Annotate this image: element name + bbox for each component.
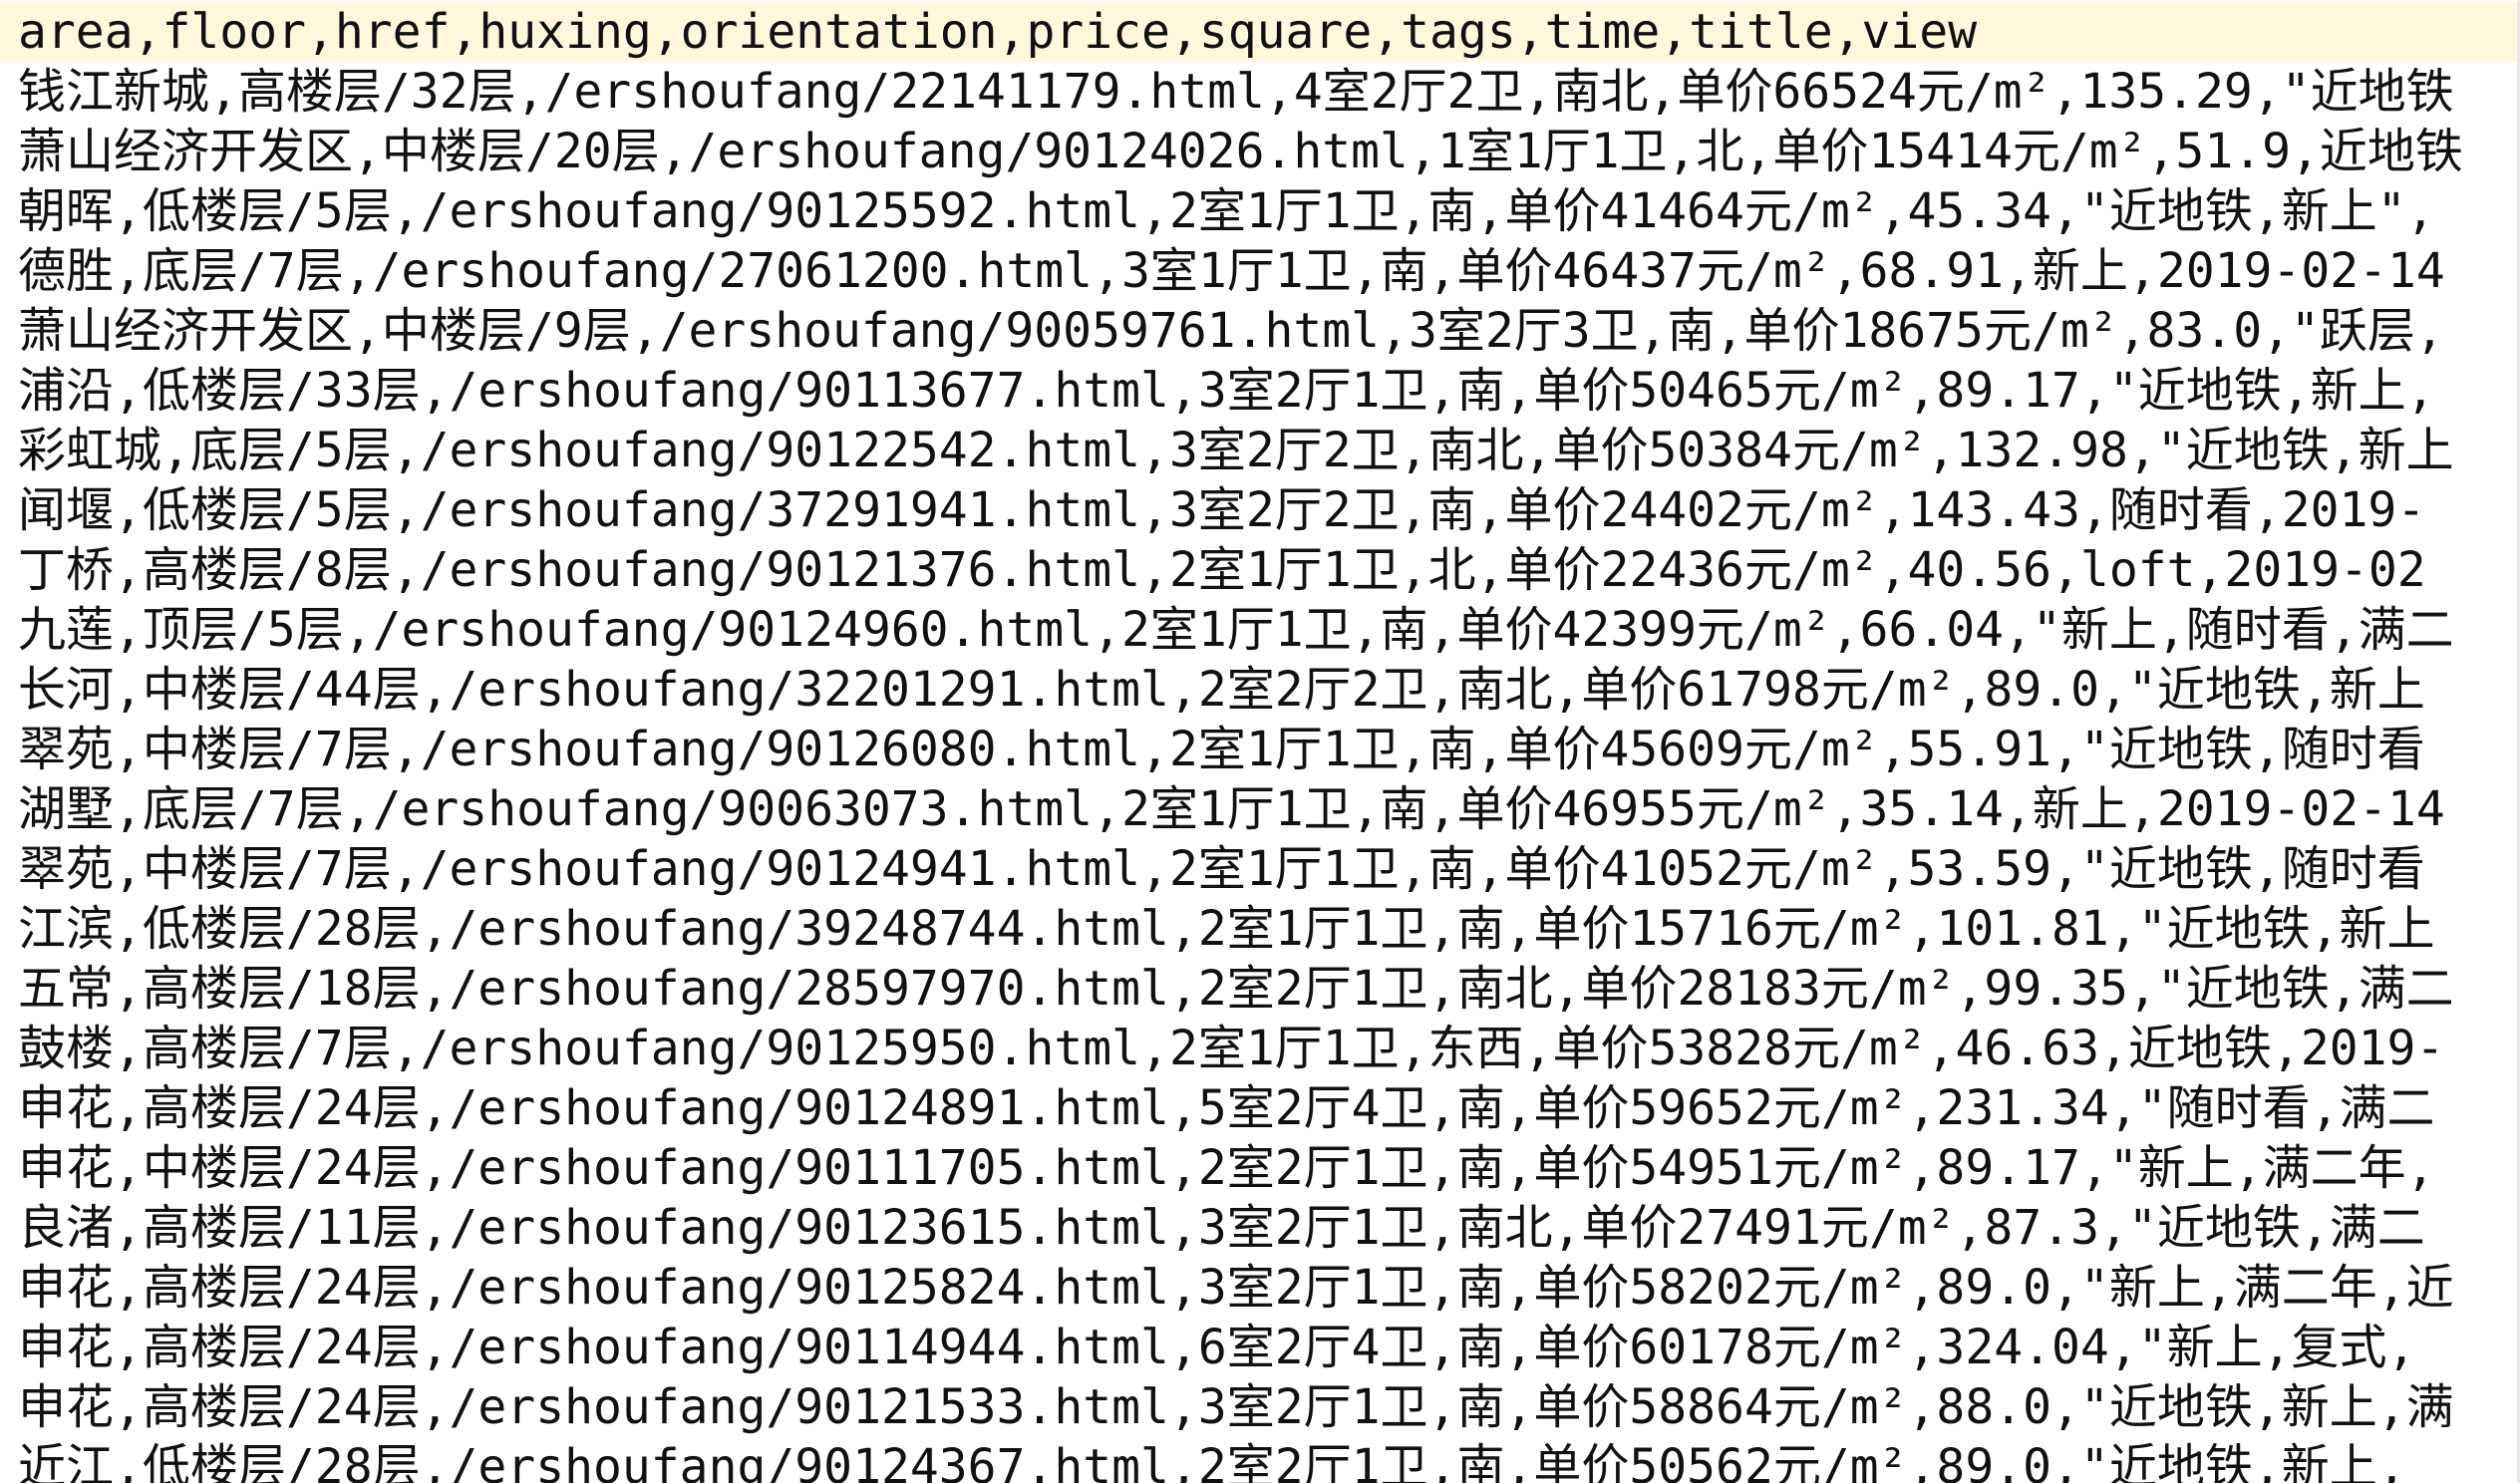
csv-line: 浦沿,低楼层/33层,/ershoufang/90113677.html,3室2… bbox=[18, 363, 2435, 419]
csv-line: 鼓楼,高楼层/7层,/ershoufang/90125950.html,2室1厅… bbox=[18, 1021, 2445, 1076]
csv-line: 五常,高楼层/18层,/ershoufang/28597970.html,2室2… bbox=[18, 961, 2454, 1017]
text-editor[interactable]: area,floor,href,huxing,orientation,price… bbox=[0, 0, 2520, 1483]
csv-line: 申花,高楼层/24层,/ershoufang/90124891.html,5室2… bbox=[18, 1080, 2435, 1136]
csv-line: 彩虹城,底层/5层,/ershoufang/90122542.html,3室2厅… bbox=[18, 423, 2454, 478]
csv-line: 萧山经济开发区,中楼层/9层,/ershoufang/90059761.html… bbox=[18, 303, 2444, 359]
csv-line: 翠苑,中楼层/7层,/ershoufang/90126080.html,2室1厅… bbox=[18, 722, 2425, 777]
csv-line: 近江,低楼层/28层,/ershoufang/90124367.html,2室2… bbox=[18, 1439, 2406, 1483]
csv-line: 德胜,底层/7层,/ershoufang/27061200.html,3室1厅1… bbox=[18, 243, 2445, 299]
csv-line: 钱江新城,高楼层/32层,/ershoufang/22141179.html,4… bbox=[18, 64, 2454, 120]
csv-line: 江滨,低楼层/28层,/ershoufang/39248744.html,2室1… bbox=[18, 901, 2435, 957]
csv-line: 申花,高楼层/24层,/ershoufang/90114944.html,6室2… bbox=[18, 1320, 2416, 1375]
csv-line: 丁桥,高楼层/8层,/ershoufang/90121376.html,2室1厅… bbox=[18, 542, 2426, 598]
csv-line: 申花,高楼层/24层,/ershoufang/90121533.html,3室2… bbox=[18, 1379, 2454, 1435]
csv-line: 湖墅,底层/7层,/ershoufang/90063073.html,2室1厅1… bbox=[18, 781, 2445, 837]
csv-line: 良渚,高楼层/11层,/ershoufang/90123615.html,3室2… bbox=[18, 1200, 2425, 1256]
csv-line: 闻堰,低楼层/5层,/ershoufang/37291941.html,3室2厅… bbox=[18, 482, 2426, 538]
csv-line: 申花,高楼层/24层,/ershoufang/90125824.html,3室2… bbox=[18, 1260, 2454, 1316]
csv-line: 九莲,顶层/5层,/ershoufang/90124960.html,2室1厅1… bbox=[18, 602, 2454, 658]
csv-line: 朝晖,低楼层/5层,/ershoufang/90125592.html,2室1厅… bbox=[18, 183, 2435, 239]
csv-line: 长河,中楼层/44层,/ershoufang/32201291.html,2室2… bbox=[18, 662, 2425, 718]
csv-line: 翠苑,中楼层/7层,/ershoufang/90124941.html,2室1厅… bbox=[18, 841, 2425, 897]
csv-header-line: area,floor,href,huxing,orientation,price… bbox=[0, 2, 2520, 62]
csv-line: 萧山经济开发区,中楼层/20层,/ershoufang/90124026.htm… bbox=[18, 124, 2463, 179]
csv-line: 申花,中楼层/24层,/ershoufang/90111705.html,2室2… bbox=[18, 1140, 2435, 1196]
